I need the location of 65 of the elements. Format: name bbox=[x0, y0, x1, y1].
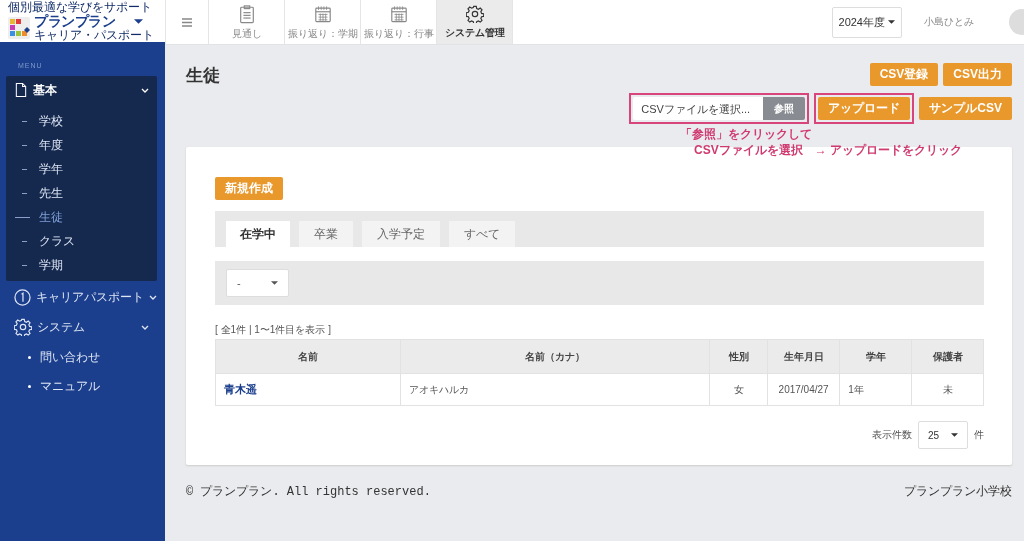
filter-select[interactable]: - bbox=[226, 269, 289, 297]
year-select[interactable]: 2024年度 bbox=[831, 6, 902, 38]
student-link[interactable]: 青木遥 bbox=[224, 383, 257, 395]
chevron-down-icon bbox=[149, 294, 157, 300]
chevron-down-icon bbox=[141, 87, 149, 93]
submenu-item[interactable]: 年度 bbox=[6, 133, 157, 157]
caret-icon bbox=[951, 433, 958, 437]
table-cell: 女 bbox=[709, 373, 768, 406]
status-tab[interactable]: 卒業 bbox=[299, 221, 353, 247]
annotation-text: 「参照」をクリックして bbox=[680, 126, 812, 142]
copyright-text: © プランプラン. All rights reserved. bbox=[186, 484, 431, 500]
caret-icon bbox=[134, 19, 143, 24]
logo-subtitle: キャリア・パスポート bbox=[34, 29, 154, 42]
gear-icon bbox=[14, 318, 32, 336]
menu-item[interactable]: 基本 bbox=[33, 81, 136, 99]
user-name[interactable]: 小島ひとみ bbox=[924, 15, 1000, 29]
bullet-icon bbox=[28, 385, 31, 388]
status-tab[interactable]: すべて bbox=[449, 221, 515, 247]
gear-icon bbox=[465, 4, 484, 23]
table-cell: 1年 bbox=[839, 373, 912, 406]
menu-link[interactable]: マニュアル bbox=[40, 378, 100, 395]
page-title: 生徒 bbox=[186, 65, 220, 87]
submenu-item[interactable]: 学期 bbox=[6, 253, 157, 277]
caret-icon bbox=[271, 281, 278, 285]
chevron-down-icon bbox=[141, 324, 149, 330]
caret-icon bbox=[888, 20, 895, 24]
nav-tab[interactable]: システム管理 bbox=[437, 0, 513, 44]
per-page-select[interactable]: 25 bbox=[918, 421, 968, 449]
column-header: 名前 bbox=[215, 339, 401, 374]
calendar-icon bbox=[389, 3, 408, 24]
menu-item[interactable]: システム bbox=[37, 318, 136, 336]
clipboard-icon bbox=[237, 3, 256, 24]
column-header: 生年月日 bbox=[767, 339, 840, 374]
submenu-item[interactable]: クラス bbox=[6, 229, 157, 253]
submenu-item[interactable]: 学校 bbox=[6, 109, 157, 133]
logo-icon bbox=[8, 17, 30, 39]
nav-tab[interactable]: 振り返り：学期 bbox=[285, 0, 361, 44]
per-page-label: 表示件数 bbox=[872, 428, 912, 442]
table-cell: 2017/04/27 bbox=[767, 373, 840, 406]
menu-link[interactable]: 問い合わせ bbox=[40, 349, 100, 366]
per-page-unit: 件 bbox=[974, 428, 984, 442]
nav-tab[interactable]: 振り返り：行事 bbox=[361, 0, 437, 44]
column-header: 学年 bbox=[839, 339, 912, 374]
column-header: 名前（カナ） bbox=[400, 339, 710, 374]
school-name: プランプラン小学校 bbox=[904, 483, 1012, 500]
calendar-icon bbox=[313, 3, 332, 24]
column-header: 性別 bbox=[709, 339, 768, 374]
table-cell: アオキハルカ bbox=[400, 373, 710, 406]
document-icon bbox=[14, 82, 28, 98]
status-tab[interactable]: 在学中 bbox=[226, 221, 290, 247]
menu-icon bbox=[181, 17, 193, 27]
logo-name: プランプラン bbox=[34, 14, 115, 29]
menu-item[interactable]: キャリアパスポート bbox=[36, 288, 144, 306]
file-field[interactable]: CSVファイルを選択... bbox=[633, 97, 764, 120]
submenu-item[interactable]: 学年 bbox=[6, 157, 157, 181]
annotation-text: CSVファイルを選択 → アップロードをクリック bbox=[694, 142, 962, 158]
logo-tagline: 個別最適な学びをサポート bbox=[8, 1, 153, 14]
number-one-icon bbox=[14, 288, 31, 306]
submenu-item[interactable]: 生徒 bbox=[6, 205, 157, 229]
bullet-icon bbox=[28, 356, 31, 359]
result-count: [ 全1件 | 1〜1件目を表示 ] bbox=[215, 323, 332, 337]
submenu-item[interactable]: 先生 bbox=[6, 181, 157, 205]
column-header: 保護者 bbox=[911, 339, 984, 374]
table-cell: 未 bbox=[911, 373, 984, 406]
status-tab[interactable]: 入学予定 bbox=[362, 221, 440, 247]
